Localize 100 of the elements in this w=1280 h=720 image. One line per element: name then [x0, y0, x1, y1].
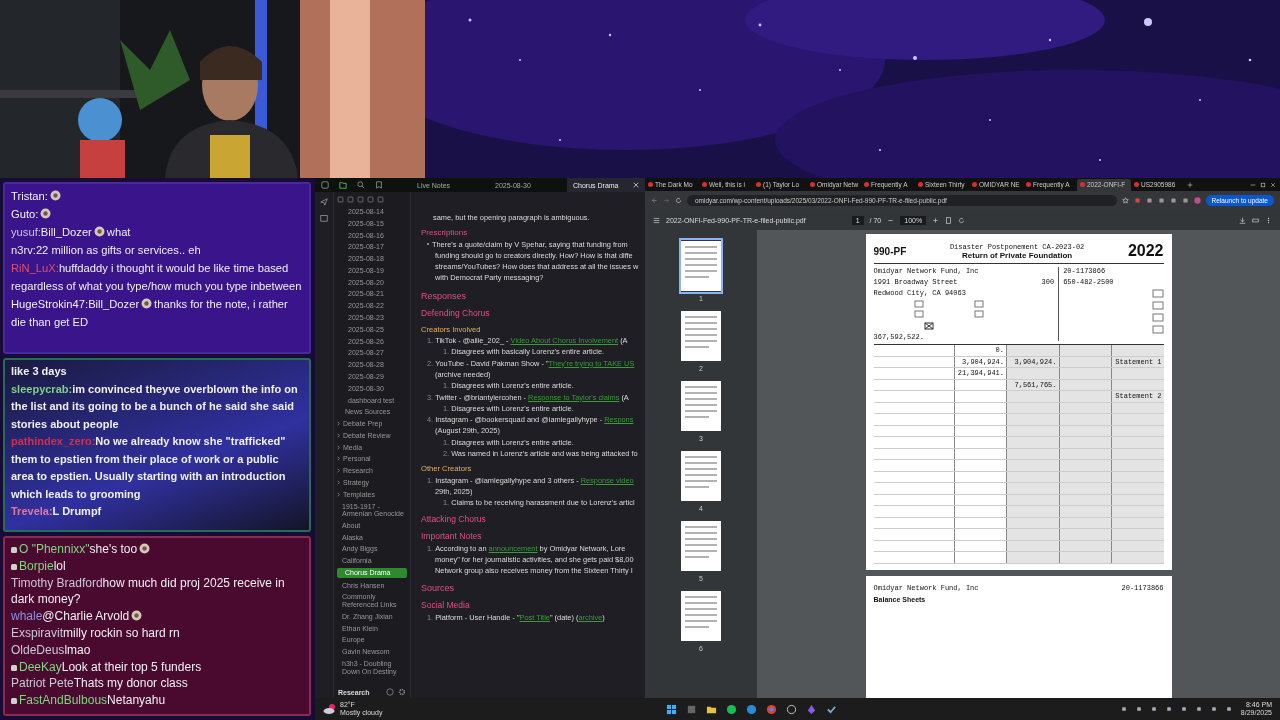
- table-cell: [1058, 356, 1111, 367]
- new-tab-icon[interactable]: [1187, 181, 1193, 188]
- table-cell: [1006, 345, 1059, 356]
- sidebar-toggle-icon[interactable]: [321, 181, 329, 189]
- chat-message: DeeKayLook at their top 5 funders: [11, 658, 303, 676]
- table-cell: [1058, 368, 1111, 379]
- chat-message: O "Phennixx"she's too: [11, 541, 303, 558]
- tray-icon[interactable]: [1150, 706, 1157, 712]
- table-cell: [1006, 483, 1059, 494]
- more-icon[interactable]: [1265, 216, 1272, 224]
- table-cell: [1058, 414, 1111, 425]
- help-icon[interactable]: [386, 688, 394, 696]
- browser-icon[interactable]: [746, 703, 758, 715]
- tray-icon[interactable]: [1210, 706, 1217, 712]
- chat-message: Exspiravitmilly rockin so hard rn: [11, 625, 181, 642]
- tray-icon[interactable]: [1180, 706, 1187, 712]
- table-cell: [1006, 448, 1059, 459]
- username[interactable]: Patriot Pete: [11, 676, 74, 691]
- table-cell: [1058, 540, 1111, 551]
- folder-icon[interactable]: [339, 181, 347, 189]
- table-cell: [1111, 460, 1164, 471]
- favicon-icon: [1026, 182, 1031, 187]
- username[interactable]: O "Phennixx": [19, 542, 90, 556]
- username[interactable]: HugeStrokin47:: [11, 298, 89, 310]
- table-cell: [1111, 414, 1164, 425]
- browser-icon[interactable]: [766, 703, 778, 715]
- note-heading: Sources: [421, 582, 456, 596]
- tray-icon[interactable]: [1120, 706, 1127, 712]
- back-icon[interactable]: [651, 197, 658, 204]
- tray-icon[interactable]: [1135, 706, 1142, 712]
- note-heading: Attacking Chorus: [421, 512, 487, 526]
- close-icon[interactable]: [1270, 181, 1276, 188]
- tray-icon[interactable]: [1195, 706, 1202, 712]
- username[interactable]: Tristan:: [11, 190, 48, 202]
- page-thumbnail[interactable]: [679, 518, 723, 574]
- username[interactable]: Timothy Bradford: [11, 575, 103, 590]
- star-icon[interactable]: [1121, 197, 1129, 204]
- username[interactable]: sleepycrab:: [11, 382, 73, 395]
- username[interactable]: OldeDeus: [11, 642, 65, 657]
- chat-message: Trevela:L Drumpf: [11, 504, 103, 519]
- table-cell: [1006, 506, 1059, 517]
- page-thumbnail[interactable]: [679, 378, 723, 434]
- close-icon[interactable]: [633, 182, 639, 188]
- zoom-in-icon[interactable]: [932, 216, 940, 224]
- search-icon[interactable]: [357, 181, 365, 189]
- tray-icon[interactable]: [1165, 706, 1172, 712]
- task-view-icon[interactable]: [686, 703, 698, 715]
- username[interactable]: Trevela:: [11, 505, 53, 517]
- table-cell: [1006, 552, 1059, 563]
- gem-icon[interactable]: [806, 703, 818, 715]
- username[interactable]: yusuf:: [11, 226, 41, 238]
- note-heading: Important Notes: [421, 529, 483, 543]
- favicon-icon: [648, 182, 653, 187]
- table-cell: [1006, 391, 1059, 402]
- download-icon[interactable]: [1239, 216, 1246, 224]
- avatar-icon[interactable]: [1193, 197, 1201, 204]
- username[interactable]: Borpie: [19, 558, 54, 573]
- reload-icon[interactable]: [675, 197, 682, 204]
- table-cell: [1111, 506, 1164, 517]
- send-icon[interactable]: [320, 198, 328, 206]
- check-icon[interactable]: [826, 703, 838, 715]
- chat-message: whale@Charlie Arvold: [11, 608, 303, 625]
- username[interactable]: Guto:: [11, 208, 39, 220]
- music-app-icon[interactable]: [726, 703, 738, 715]
- calendar-icon[interactable]: [320, 214, 328, 222]
- username[interactable]: whale: [11, 609, 43, 624]
- cloud-icon[interactable]: [323, 703, 337, 715]
- table-cell: [1111, 425, 1164, 436]
- menu-icon[interactable]: [653, 216, 660, 224]
- print-icon[interactable]: [1252, 216, 1259, 224]
- username[interactable]: n3rv:: [11, 244, 36, 256]
- table-cell: [1058, 494, 1111, 505]
- rotate-icon[interactable]: [958, 216, 966, 224]
- maximize-icon[interactable]: [1260, 181, 1266, 188]
- settings-icon[interactable]: [398, 688, 406, 696]
- fit-page-icon[interactable]: [945, 216, 953, 224]
- page-thumbnail[interactable]: [679, 308, 723, 364]
- table-cell: [1006, 494, 1059, 505]
- username[interactable]: FastAndBulbous: [19, 693, 108, 708]
- chat-message: n3rv:22 million as gifts or services.. eh: [11, 243, 202, 258]
- favicon-icon: [1134, 182, 1139, 187]
- username[interactable]: RiN_LuX:: [11, 262, 59, 274]
- start-icon[interactable]: [666, 703, 678, 715]
- table-cell: [1058, 448, 1111, 459]
- table-cell: [1058, 483, 1111, 494]
- page-thumbnail[interactable]: [679, 588, 723, 644]
- table-cell: [1058, 379, 1111, 390]
- username[interactable]: Exspiravit: [11, 626, 63, 640]
- table-cell: [1111, 448, 1164, 459]
- bookmark-icon[interactable]: [375, 181, 383, 189]
- emote-icon: [40, 208, 52, 219]
- table-cell: [1058, 506, 1111, 517]
- page-thumbnail[interactable]: [679, 448, 723, 504]
- form-number: 990-PF: [873, 245, 907, 257]
- page-thumbnail[interactable]: [679, 238, 723, 294]
- note-heading: Responses: [421, 289, 468, 303]
- username[interactable]: DeeKay: [19, 659, 62, 674]
- table-cell: [1058, 529, 1111, 540]
- tray-icon[interactable]: [1225, 706, 1232, 712]
- table-cell: [1058, 471, 1111, 482]
